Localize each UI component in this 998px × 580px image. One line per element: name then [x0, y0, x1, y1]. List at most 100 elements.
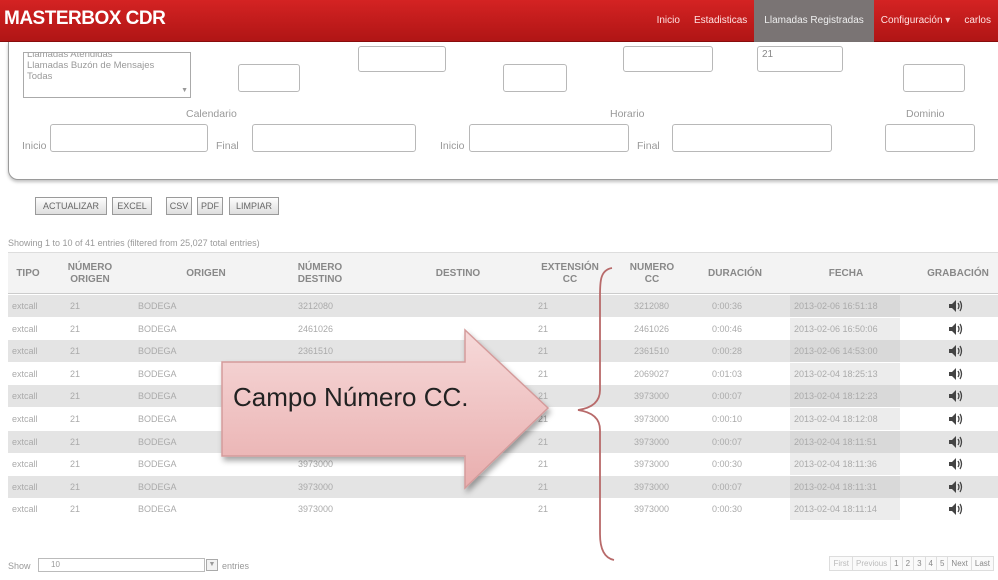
listbox-option[interactable]: Llamadas Buzón de Mensajes [27, 60, 187, 71]
page-size-select[interactable]: 10 ▼ [38, 558, 218, 572]
filter-field[interactable] [503, 64, 567, 92]
listbox-option[interactable]: Llamadas Atendidas [27, 53, 187, 60]
listbox-option[interactable]: Todas [27, 71, 187, 82]
speaker-icon[interactable] [948, 435, 964, 449]
table-row[interactable]: extcall 21 BODEGA 3973000 21 3973000 0:00:07 20… [8, 475, 998, 498]
brand-logo[interactable]: MASTERBOX CDR [4, 8, 166, 30]
cell-numero-cc: 3973000 [634, 504, 670, 515]
table-row[interactable]: extcall 21 BODEGA 2069027 21 2069027 0:01:03 20… [8, 362, 998, 385]
cell-fecha: 2013-02-04 18:25:13 [794, 368, 878, 379]
cell-numero-destino: 3973000 [298, 481, 334, 492]
cell-duracion: 0:00:07 [712, 436, 743, 447]
speaker-icon[interactable] [948, 412, 964, 426]
time-end-input[interactable] [672, 124, 832, 152]
header-fecha[interactable]: FECHA [816, 253, 876, 295]
pdf-button[interactable]: PDF [197, 197, 223, 215]
pagination: First Previous 1 2 3 4 5 Next Last [829, 556, 994, 571]
nav-item-inicio[interactable]: Inicio [650, 0, 687, 42]
header-grabacion[interactable]: GRABACIÓN [918, 253, 998, 295]
cell-numero-cc: 2461026 [634, 323, 670, 334]
table-info: Showing 1 to 10 of 41 entries (filtered … [8, 238, 260, 248]
cell-tipo: extcall [12, 504, 38, 515]
time-start-input[interactable] [469, 124, 629, 152]
header-extension-cc[interactable]: EXTENSIÓN CC [538, 253, 602, 295]
cell-extension-cc: 21 [538, 436, 549, 447]
cell-numero-origen: 21 [70, 436, 81, 447]
table-row[interactable]: extcall 21 BODEGA 3973000 21 3973000 0:00:07 20… [8, 385, 998, 408]
cell-numero-destino: 2461026 [298, 323, 334, 334]
show-label: Show [8, 561, 31, 571]
header-numero-cc[interactable]: NUMERO CC [628, 253, 676, 295]
speaker-icon[interactable] [948, 299, 964, 313]
table-row[interactable]: extcall 21 BODEGA 2361510 21 2361510 0:00:28 20… [8, 340, 998, 363]
header-tipo[interactable]: TIPO [8, 253, 48, 295]
filter-field[interactable] [903, 64, 965, 92]
cell-fecha: 2013-02-06 16:51:18 [794, 301, 878, 311]
cell-duracion: 0:00:07 [712, 391, 743, 402]
table-row[interactable]: extcall 21 BODEGA 3973000 21 3973000 0:00:10 20… [8, 408, 998, 430]
cell-extension-cc: 21 [538, 323, 549, 334]
header-duracion[interactable]: DURACIÓN [706, 253, 764, 295]
speaker-icon[interactable] [948, 457, 964, 471]
page-size-value: 10 [51, 560, 60, 569]
speaker-icon[interactable] [948, 322, 964, 336]
cell-fecha: 2013-02-04 18:12:23 [794, 391, 878, 402]
table-row[interactable]: extcall 21 BODEGA 3973000 21 3973000 0:00:07 20… [8, 430, 998, 453]
filter-field[interactable] [623, 46, 713, 72]
table-header: TIPO NÚMERO ORIGEN ORIGEN NÚMERO DESTINO… [8, 252, 998, 294]
chevron-down-icon[interactable]: ▼ [181, 87, 188, 94]
table-row[interactable]: extcall 21 BODEGA 3212080 21 3212080 0:00:36 20… [8, 295, 998, 317]
domain-input[interactable] [885, 124, 975, 152]
speaker-icon[interactable] [948, 367, 964, 381]
dominio-label: Dominio [906, 108, 945, 120]
nav-item-configuracion[interactable]: Configuración ▾ [874, 0, 958, 42]
cell-duracion: 0:00:10 [712, 414, 743, 424]
pager-next[interactable]: Next [947, 556, 972, 571]
chevron-down-icon[interactable]: ▼ [206, 559, 218, 571]
navbar: MASTERBOX CDR Inicio Estadisticas Llamad… [0, 0, 998, 42]
pager-first[interactable]: First [829, 556, 854, 571]
header-numero-origen[interactable]: NÚMERO ORIGEN [66, 253, 114, 295]
cell-duracion: 0:00:36 [712, 301, 743, 311]
nav-menu: Inicio Estadisticas Llamadas Registradas… [650, 0, 998, 42]
header-destino[interactable]: DESTINO [428, 253, 488, 295]
limpiar-button[interactable]: LIMPIAR [229, 197, 279, 215]
speaker-icon[interactable] [948, 344, 964, 358]
calendario-label: Calendario [186, 108, 237, 120]
cell-origen: BODEGA [138, 436, 177, 447]
calendar-start-input[interactable] [50, 124, 208, 152]
table-row[interactable]: extcall 21 BODEGA 3973000 21 3973000 0:00:30 20… [8, 453, 998, 476]
speaker-icon[interactable] [948, 480, 964, 494]
nav-item-user[interactable]: carlos [957, 0, 998, 42]
filter-field[interactable] [358, 46, 446, 72]
cell-origen: BODEGA [138, 368, 177, 379]
speaker-icon[interactable] [948, 389, 964, 403]
nav-item-llamadas-registradas[interactable]: Llamadas Registradas [754, 0, 874, 42]
cell-duracion: 0:00:46 [712, 323, 743, 334]
header-origen[interactable]: ORIGEN [176, 253, 236, 295]
table-row[interactable]: extcall 21 BODEGA 3973000 21 3973000 0:00:30 20… [8, 498, 998, 521]
cell-origen: BODEGA [138, 481, 177, 492]
cell-numero-cc: 3973000 [634, 436, 670, 447]
pager-previous[interactable]: Previous [852, 556, 892, 571]
table-row[interactable]: extcall 21 BODEGA 2461026 21 2461026 0:00:46 20… [8, 317, 998, 340]
nav-item-estadisticas[interactable]: Estadisticas [687, 0, 754, 42]
cell-tipo: extcall [12, 481, 38, 492]
header-numero-destino[interactable]: NÚMERO DESTINO [292, 253, 348, 295]
filter-field[interactable] [238, 64, 300, 92]
call-type-listbox[interactable]: Llamadas Atendidas Llamadas Buzón de Men… [23, 52, 191, 98]
cell-tipo: extcall [12, 323, 38, 334]
actualizar-button[interactable]: ACTUALIZAR [35, 197, 107, 215]
pager-last[interactable]: Last [970, 556, 994, 571]
cell-duracion: 0:00:28 [712, 346, 743, 357]
cell-duracion: 0:00:30 [712, 459, 743, 470]
excel-button[interactable]: EXCEL [112, 197, 152, 215]
cell-extension-cc: 21 [538, 504, 549, 515]
cell-numero-origen: 21 [70, 459, 81, 470]
filter-field[interactable]: 21 [757, 46, 843, 72]
cell-numero-origen: 21 [70, 368, 81, 379]
csv-button[interactable]: CSV [166, 197, 192, 215]
speaker-icon[interactable] [948, 502, 964, 516]
cell-numero-destino: 3212080 [298, 301, 334, 311]
calendar-end-input[interactable] [252, 124, 416, 152]
